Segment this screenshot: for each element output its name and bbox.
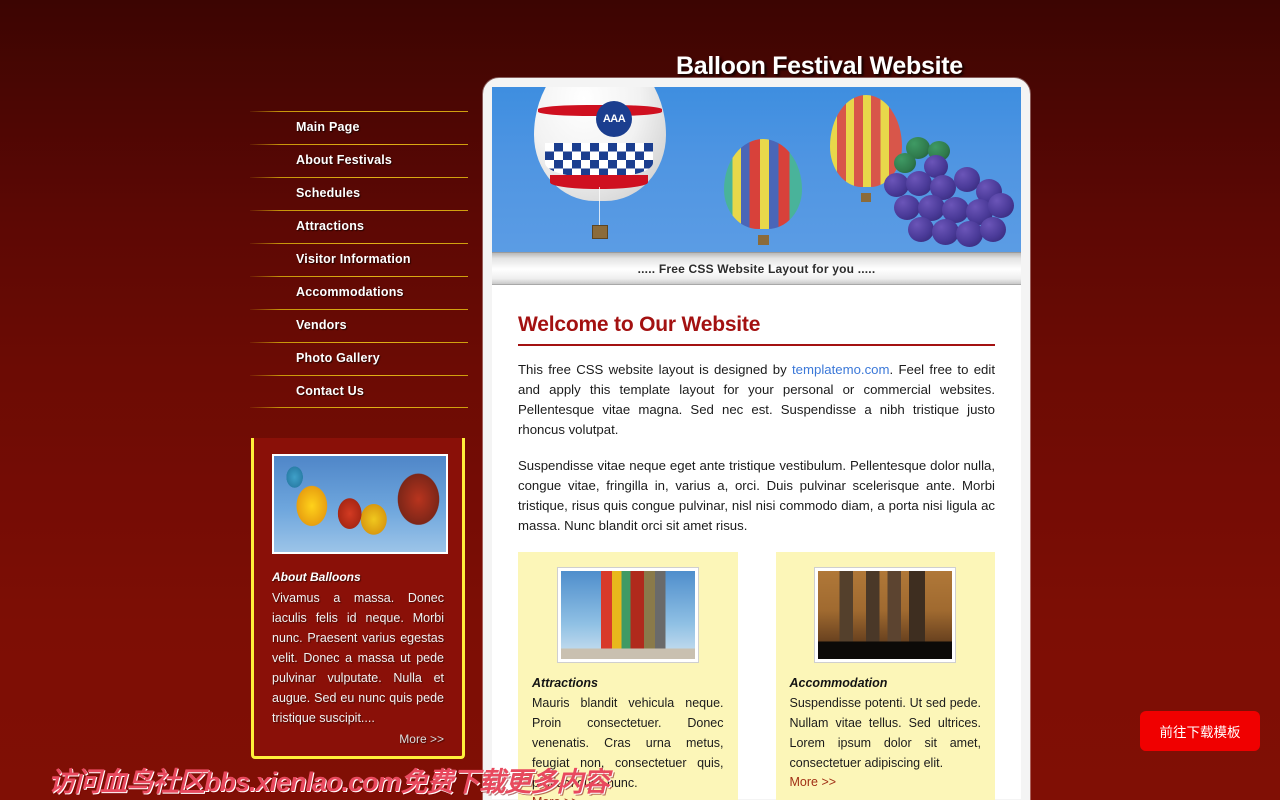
grape-cluster-balloon-icon	[884, 137, 1019, 252]
sidebar-item-visitor-information[interactable]: Visitor Information	[250, 242, 468, 275]
nav-label[interactable]: About Festivals	[296, 153, 392, 167]
balloon-right-basket	[861, 193, 871, 202]
nav-label[interactable]: Contact Us	[296, 384, 364, 398]
balloon-large-checker-band	[545, 143, 653, 177]
accommodation-more-link[interactable]: More >>	[790, 775, 837, 789]
nav-label[interactable]: Attractions	[296, 219, 364, 233]
attractions-more-link[interactable]: More >>	[532, 795, 579, 800]
sidebar-box-text: Vivamus a massa. Donec iaculis felis id …	[272, 591, 444, 725]
balloon-large-tether	[599, 187, 600, 227]
sidebar-item-vendors[interactable]: Vendors	[250, 308, 468, 341]
sidebar-item-contact-us[interactable]: Contact Us	[250, 374, 468, 407]
intro-paragraph: This free CSS website layout is designed…	[518, 360, 995, 440]
header-banner-image: AAA	[492, 87, 1021, 252]
balloon-large-basket	[592, 225, 608, 239]
sidebar-item-attractions[interactable]: Attractions	[250, 209, 468, 242]
main-content: Welcome to Our Website This free CSS web…	[492, 285, 1021, 800]
sidebar-item-main-page[interactable]: Main Page	[250, 110, 468, 143]
sidebar-item-schedules[interactable]: Schedules	[250, 176, 468, 209]
page-title: Balloon Festival Website	[676, 52, 963, 80]
second-paragraph: Suspendisse vitae neque eget ante tristi…	[518, 458, 995, 533]
nav-bottom-divider	[250, 407, 468, 408]
templatemo-link[interactable]: templatemo.com	[792, 362, 889, 377]
tagline-text: ..... Free CSS Website Layout for you ..…	[637, 261, 876, 276]
attractions-photo-thumbnail	[556, 567, 699, 663]
info-boxes-row: Attractions Mauris blandit vehicula nequ…	[518, 552, 995, 800]
welcome-heading: Welcome to Our Website	[518, 313, 995, 346]
accommodation-box-text: Suspendisse potenti. Ut sed pede. Nullam…	[789, 696, 982, 770]
sidebar-more-link[interactable]: More >>	[272, 732, 444, 746]
balloons-photo-thumbnail	[272, 454, 448, 554]
intro-text-before-link: This free CSS website layout is designed…	[518, 362, 793, 377]
download-template-button[interactable]: 前往下载模板	[1140, 711, 1260, 751]
aaa-logo-icon: AAA	[596, 101, 632, 137]
attractions-box-text: Mauris blandit vehicula neque. Proin con…	[532, 696, 724, 790]
balloon-middle-basket	[758, 235, 769, 245]
accommodation-box: Accommodation Suspendisse potenti. Ut se…	[775, 552, 995, 800]
attractions-box-heading: Attractions	[532, 676, 598, 690]
accommodation-photo-thumbnail	[814, 567, 957, 663]
tagline-bar: ..... Free CSS Website Layout for you ..…	[492, 252, 1021, 285]
sidebar-navigation: Main Page About Festivals Schedules Attr…	[250, 110, 468, 408]
nav-label[interactable]: Vendors	[296, 318, 347, 332]
sidebar-box-heading: About Balloons	[272, 570, 361, 584]
balloon-middle-icon	[724, 139, 802, 229]
accommodation-box-heading: Accommodation	[789, 676, 888, 690]
sidebar-item-photo-gallery[interactable]: Photo Gallery	[250, 341, 468, 374]
nav-list: Main Page About Festivals Schedules Attr…	[250, 110, 468, 407]
nav-label[interactable]: Main Page	[296, 120, 360, 134]
sidebar-item-accommodations[interactable]: Accommodations	[250, 275, 468, 308]
nav-label[interactable]: Visitor Information	[296, 252, 411, 266]
sidebar-about-box: About Balloons Vivamus a massa. Donec ia…	[251, 438, 465, 759]
nav-label[interactable]: Photo Gallery	[296, 351, 380, 365]
nav-label[interactable]: Schedules	[296, 186, 360, 200]
attractions-box: Attractions Mauris blandit vehicula nequ…	[518, 552, 738, 800]
main-panel: AAA ..... Free CSS Website Layout for yo…	[483, 78, 1030, 800]
sidebar-item-about-festivals[interactable]: About Festivals	[250, 143, 468, 176]
nav-label[interactable]: Accommodations	[296, 285, 404, 299]
